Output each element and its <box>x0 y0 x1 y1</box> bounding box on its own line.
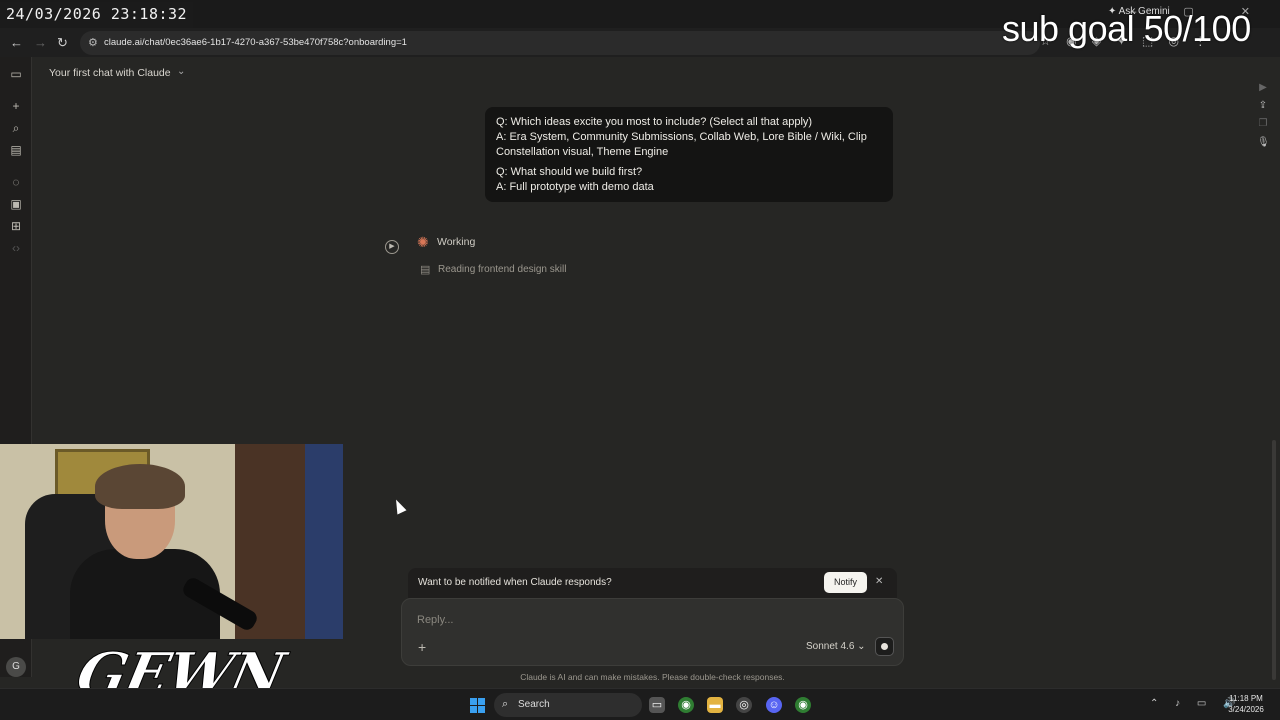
question-1: Q: Which ideas excite you most to includ… <box>496 116 813 128</box>
voice-mode-button[interactable] <box>875 637 894 656</box>
sidebar-toggle-icon[interactable]: ▭ <box>9 67 23 81</box>
disclaimer: Claude is AI and can make mistakes. Plea… <box>520 672 785 682</box>
composer: Reply... + Sonnet 4.6 ⌄ <box>401 598 904 666</box>
search-icon: ⌕ <box>502 698 509 710</box>
folder-icon[interactable]: ▬ <box>707 697 723 713</box>
clock[interactable]: 11:18 PM 3/24/2026 <box>1226 693 1266 715</box>
search-icon[interactable]: ⌕ <box>9 121 23 135</box>
chat-title[interactable]: Your first chat with Claude <box>49 67 171 79</box>
forward-icon[interactable]: → <box>34 35 47 50</box>
url-text[interactable]: claude.ai/chat/0ec36ae6-1b17-4270-a367-5… <box>104 37 407 48</box>
app-icon[interactable]: ◎ <box>736 697 752 713</box>
apps-icon[interactable]: ⊞ <box>9 219 23 233</box>
reload-icon[interactable]: ↻ <box>57 35 68 51</box>
close-icon[interactable]: ✕ <box>875 576 883 587</box>
site-info-icon[interactable]: ⚙ <box>88 36 98 49</box>
model-label: Sonnet 4.6 <box>806 641 855 652</box>
webcam-overlay <box>0 444 343 639</box>
chats-icon[interactable]: ◌ <box>9 175 23 189</box>
play-icon[interactable]: ▶ <box>1257 82 1269 93</box>
taskbar: ⌕ Search ▭ ◉ ▬ ◎ ☺ ◉ ⌃ ♪ ▭ 🔊 11:18 PM 3/… <box>0 688 1280 720</box>
clock-time: 11:18 PM <box>1229 694 1263 703</box>
chevron-down-icon[interactable]: ⌄ <box>177 66 185 77</box>
model-selector[interactable]: Sonnet 4.6 ⌄ <box>806 641 866 652</box>
add-attachment-button[interactable]: + <box>418 639 426 655</box>
step-label: Reading frontend design skill <box>438 264 567 275</box>
user-message: Q: Which ideas excite you most to includ… <box>485 107 893 202</box>
discord-icon[interactable]: ☺ <box>766 697 782 713</box>
answer-2: A: Full prototype with demo data <box>496 181 654 193</box>
projects-icon[interactable]: ▤ <box>9 143 23 157</box>
chrome-profile-icon[interactable]: ◉ <box>795 697 811 713</box>
question-2: Q: What should we build first? <box>496 166 643 178</box>
sub-goal-overlay: sub goal 50/100 <box>1002 8 1251 49</box>
taskbar-search[interactable]: ⌕ Search <box>494 693 642 717</box>
notify-banner: Want to be notified when Claude responds… <box>408 568 897 598</box>
clock-date: 3/24/2026 <box>1228 705 1264 714</box>
task-view-icon[interactable]: ▭ <box>649 697 665 713</box>
notify-button[interactable]: Notify <box>824 572 867 593</box>
taskbar-search-label: Search <box>518 699 550 710</box>
notify-text: Want to be notified when Claude responds… <box>418 577 612 588</box>
start-button[interactable] <box>470 698 485 713</box>
reply-input[interactable]: Reply... <box>417 614 453 626</box>
scrollbar[interactable] <box>1272 440 1276 680</box>
code-icon[interactable]: ‹› <box>9 241 23 255</box>
chrome-icon[interactable]: ◉ <box>678 697 694 713</box>
streamer <box>60 454 260 639</box>
mic-icon[interactable]: 🎙 <box>1257 137 1270 148</box>
new-chat-icon[interactable]: + <box>9 99 23 113</box>
avatar[interactable]: G <box>6 657 26 677</box>
claude-spark-icon: ✺ <box>417 234 429 250</box>
mouse-cursor <box>391 497 407 515</box>
answer-1: A: Era System, Community Submissions, Co… <box>496 131 867 158</box>
document-icon: ▤ <box>420 264 431 276</box>
working-label[interactable]: Working <box>437 236 475 248</box>
archive-icon[interactable]: ▣ <box>9 197 23 211</box>
back-icon[interactable]: ← <box>10 35 23 50</box>
address-bar[interactable]: ⚙ claude.ai/chat/0ec36ae6-1b17-4270-a367… <box>80 31 1040 55</box>
copy-icon[interactable]: ❐ <box>1257 118 1269 129</box>
play-circle-icon[interactable]: ▶ <box>385 240 399 254</box>
timestamp-overlay: 24/03/2026 23:18:32 <box>0 2 194 28</box>
share-icon[interactable]: ⇪ <box>1257 100 1269 111</box>
